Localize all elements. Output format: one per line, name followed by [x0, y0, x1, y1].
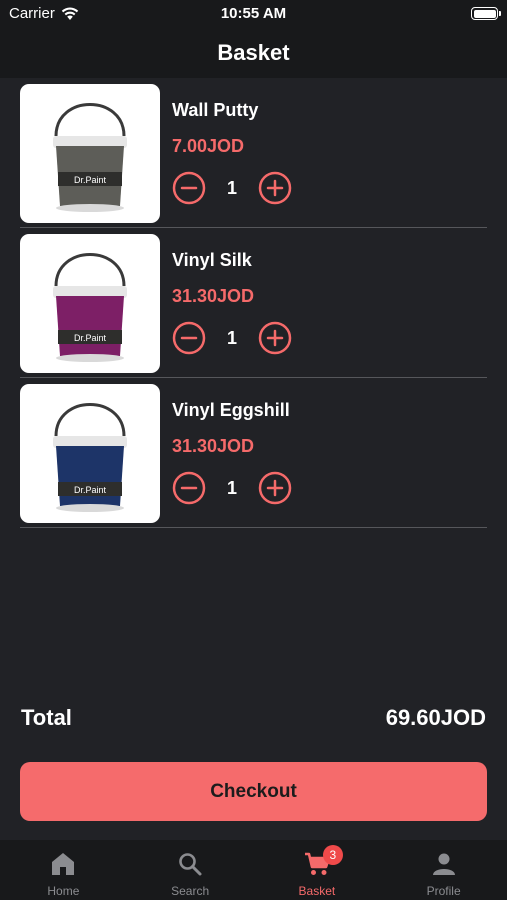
page-title: Basket [217, 40, 290, 65]
product-image[interactable]: Dr.Paint [20, 234, 160, 373]
tab-home[interactable]: Home [0, 840, 127, 900]
decrease-quantity-button[interactable] [172, 171, 206, 205]
tab-label: Profile [426, 884, 461, 898]
tab-label: Search [171, 884, 210, 898]
product-price: 31.30JOD [172, 436, 255, 456]
quantity-value: 1 [226, 328, 237, 348]
decrease-quantity-button[interactable] [172, 321, 206, 355]
paint-bucket-image: Dr.Paint [53, 403, 127, 512]
increase-quantity-button[interactable] [258, 171, 292, 205]
product-image[interactable]: Dr.Paint [20, 84, 160, 223]
increase-quantity-button[interactable] [258, 471, 292, 505]
quantity-stepper: 1 [172, 171, 296, 207]
brand-logo: Dr.Paint [74, 175, 107, 185]
quantity-value: 1 [226, 478, 237, 498]
basket-count-badge: 3 [322, 845, 343, 865]
person-icon [432, 853, 455, 875]
search-icon [179, 853, 202, 876]
clock: 10:55 AM [220, 5, 287, 22]
tab-label: Home [47, 884, 80, 898]
product-image[interactable]: Dr.Paint [20, 384, 160, 523]
battery-icon [471, 7, 501, 20]
tab-search[interactable]: Search [127, 840, 254, 900]
increase-quantity-button[interactable] [258, 321, 292, 355]
basket-item: Dr.Paint Vinyl Silk 31.30JOD 1 [0, 228, 507, 378]
basket-item: Dr.Paint Wall Putty 7.00JOD 1 [0, 78, 507, 228]
total-value: 69.60JOD [385, 705, 486, 730]
decrease-quantity-button[interactable] [172, 471, 206, 505]
brand-logo: Dr.Paint [74, 485, 107, 495]
paint-bucket-image: Dr.Paint [53, 103, 127, 212]
quantity-stepper: 1 [172, 471, 296, 507]
basket-item: Dr.Paint Vinyl Eggshill 31.30JOD 1 [0, 378, 507, 528]
product-name: Vinyl Silk [172, 250, 252, 270]
checkout-button[interactable]: Checkout [20, 762, 487, 821]
basket-list: Dr.Paint Wall Putty 7.00JOD 1 Dr.Paint V… [0, 78, 507, 528]
product-name: Wall Putty [172, 100, 259, 120]
tab-basket[interactable]: 3 Basket [254, 840, 381, 900]
total-row: Total 69.60JOD [21, 705, 486, 735]
quantity-stepper: 1 [172, 321, 296, 357]
tab-bar: Home Search 3 Basket Profile [0, 840, 507, 900]
paint-bucket-image: Dr.Paint [53, 253, 127, 362]
status-bar: Carrier 10:55 AM [0, 0, 507, 28]
product-price: 31.30JOD [172, 286, 255, 306]
product-name: Vinyl Eggshill [172, 400, 290, 420]
home-icon [52, 853, 75, 875]
navigation-bar: Basket [0, 28, 507, 78]
total-label: Total [21, 705, 72, 730]
product-price: 7.00JOD [172, 136, 245, 156]
tab-label: Basket [298, 884, 336, 898]
tab-profile[interactable]: Profile [380, 840, 507, 900]
brand-logo: Dr.Paint [74, 333, 107, 343]
quantity-value: 1 [226, 178, 237, 198]
item-divider [20, 527, 487, 528]
